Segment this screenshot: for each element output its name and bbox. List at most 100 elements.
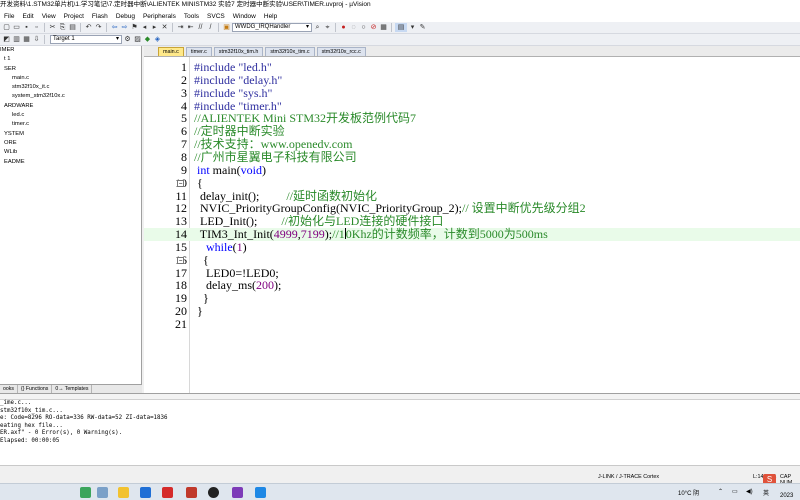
taskbar-app-icon[interactable] xyxy=(140,487,151,498)
save-icon[interactable]: ▪ xyxy=(22,23,31,32)
tree-item[interactable]: ORE xyxy=(0,139,141,148)
bookmark-clear-icon[interactable]: ✕ xyxy=(160,23,169,32)
tree-item[interactable]: stm32f10x_it.c xyxy=(0,83,141,92)
nav-forward-icon[interactable]: ⇨ xyxy=(120,23,129,32)
find-icon[interactable]: ⌕ xyxy=(313,23,322,32)
menu-item-help[interactable]: Help xyxy=(260,13,281,20)
taskbar-app-icon[interactable] xyxy=(255,487,266,498)
network-icon[interactable]: ▭ xyxy=(732,488,738,495)
rebuild-icon[interactable]: ▦ xyxy=(22,35,31,44)
taskbar-app-icon[interactable] xyxy=(186,487,197,498)
bookmark-next-icon[interactable]: ▸ xyxy=(150,23,159,32)
number: 1 xyxy=(236,239,243,254)
uncomment-icon[interactable]: / xyxy=(206,23,215,32)
pack-installer-icon[interactable]: ◈ xyxy=(153,35,162,44)
undo-icon[interactable]: ↶ xyxy=(84,23,93,32)
menu-item-peripherals[interactable]: Peripherals xyxy=(139,13,180,20)
tab-timer-c[interactable]: timer.c xyxy=(185,47,212,56)
tree-item[interactable]: led.c xyxy=(0,111,141,120)
taskbar-app-icon[interactable] xyxy=(232,487,243,498)
tab-stm32f10x_rcc-c[interactable]: stm32f10x_rcc.c xyxy=(316,47,366,56)
comment-icon[interactable]: // xyxy=(196,23,205,32)
menu-item-edit[interactable]: Edit xyxy=(18,13,37,20)
menu-item-tools[interactable]: Tools xyxy=(180,13,203,20)
fold-toggle-icon[interactable]: − xyxy=(177,256,184,264)
breakpoint-kill-icon[interactable]: ⊘ xyxy=(369,23,378,32)
tree-item[interactable]: system_stm32f10x.c xyxy=(0,92,141,101)
redo-icon[interactable]: ↷ xyxy=(94,23,103,32)
configure-icon[interactable]: ✎ xyxy=(418,23,427,32)
menu-item-view[interactable]: View xyxy=(38,13,60,20)
wps-icon[interactable] xyxy=(162,487,173,498)
menu-item-svcs[interactable]: SVCS xyxy=(203,13,229,20)
nav-back-icon[interactable]: ⇦ xyxy=(110,23,119,32)
menu-item-window[interactable]: Window xyxy=(229,13,260,20)
unindent-icon[interactable]: ⇤ xyxy=(186,23,195,32)
chevron-down-icon[interactable]: ▾ xyxy=(408,23,417,32)
breakpoint-icon[interactable]: ◌ xyxy=(349,23,358,32)
volume-icon[interactable]: ◀) xyxy=(746,488,753,495)
tree-item[interactable]: EADME xyxy=(0,158,141,167)
toolbar-separator xyxy=(106,23,107,32)
tray-chevron-icon[interactable]: ⌃ xyxy=(718,488,723,495)
code-line: 15 while(1) xyxy=(144,239,800,254)
code-editor[interactable]: 1 #include "led.h" 2 #include "delay.h" 3 #in… xyxy=(144,57,800,393)
function-combo[interactable]: WWDG_IRQHandler ▾ xyxy=(232,23,312,32)
file-extensions-icon[interactable]: ▨ xyxy=(133,35,142,44)
code-text: //广州市星翼电子科技有限公司 xyxy=(194,149,357,164)
code-line: 18 delay_ms(200); xyxy=(144,279,800,292)
tree-item[interactable]: WLib xyxy=(0,148,141,157)
menu-item-project[interactable]: Project xyxy=(60,13,88,20)
folder-icon[interactable] xyxy=(118,487,129,498)
chevron-down-icon: ▾ xyxy=(115,36,119,42)
breakpoint-disable-icon[interactable]: ○ xyxy=(359,23,368,32)
window-icon[interactable]: ▦ xyxy=(379,23,388,32)
taskbar-app-icon[interactable] xyxy=(80,487,91,498)
obs-icon[interactable] xyxy=(208,487,219,498)
editor-tabs: main.c timer.c stm32f10x_tim.h stm32f10x_ti… xyxy=(144,46,800,57)
tree-item[interactable]: main.c xyxy=(0,74,141,83)
tree-item[interactable]: IMER xyxy=(0,46,141,55)
weather-widget[interactable]: 10°C 阴 xyxy=(678,488,699,497)
incremental-find-icon[interactable]: ⌖ xyxy=(323,23,332,32)
target-select[interactable]: Target 1 ▾ xyxy=(50,35,122,44)
panel-tab[interactable]: ooks xyxy=(0,385,18,393)
manage-components-icon[interactable]: ◆ xyxy=(143,35,152,44)
paste-icon[interactable]: ▤ xyxy=(68,23,77,32)
panel-tab[interactable]: 0→ Templates xyxy=(52,385,93,393)
tree-item[interactable]: t 1 xyxy=(0,55,141,64)
taskbar-app-icon[interactable] xyxy=(97,487,108,498)
menu-item-debug[interactable]: Debug xyxy=(112,13,139,20)
tree-item[interactable]: YSTEM xyxy=(0,130,141,139)
tree-item[interactable]: timer.c xyxy=(0,120,141,129)
open-file-icon[interactable]: ▭ xyxy=(12,23,21,32)
debug-start-icon[interactable]: ● xyxy=(339,23,348,32)
translate-icon[interactable]: ◩ xyxy=(2,35,11,44)
new-file-icon[interactable]: ▢ xyxy=(2,23,11,32)
panel-tab[interactable]: {} Functions xyxy=(18,385,53,393)
save-all-icon[interactable]: ▫ xyxy=(32,23,41,32)
fold-toggle-icon[interactable]: − xyxy=(177,179,184,187)
tab-main-c[interactable]: main.c xyxy=(158,47,184,56)
bookmark-prev-icon[interactable]: ◂ xyxy=(140,23,149,32)
find-in-files-icon[interactable]: ▣ xyxy=(222,23,231,32)
tab-stm32f10x_tim-h[interactable]: stm32f10x_tim.h xyxy=(213,47,264,56)
tree-item[interactable]: SER xyxy=(0,65,141,74)
menu-item-file[interactable]: File xyxy=(0,13,18,20)
download-icon[interactable]: ⇩ xyxy=(32,35,41,44)
tree-item[interactable]: ARDWARE xyxy=(0,102,141,111)
cut-icon[interactable]: ✂ xyxy=(48,23,57,32)
ime-tray-icon[interactable]: 英 xyxy=(763,488,769,497)
line-number: 8 xyxy=(181,149,187,164)
indent-icon[interactable]: ⇥ xyxy=(176,23,185,32)
clock[interactable]: 2023 xyxy=(780,493,793,499)
code-text: TIM3_Int_Init(4999,7199);//10Khz的计数频率，计数… xyxy=(194,227,548,242)
build-icon[interactable]: ▥ xyxy=(12,35,21,44)
tab-stm32f10x_tim-c[interactable]: stm32f10x_tim.c xyxy=(265,47,315,56)
code-token: //广州市星翼电子科技有限公司 xyxy=(194,149,357,164)
layout-icon[interactable]: ▤ xyxy=(395,23,407,32)
target-options-icon[interactable]: ⚙ xyxy=(123,35,132,44)
bookmark-icon[interactable]: ⚑ xyxy=(130,23,139,32)
copy-icon[interactable]: ⎘ xyxy=(58,23,67,32)
menu-item-flash[interactable]: Flash xyxy=(88,13,112,20)
